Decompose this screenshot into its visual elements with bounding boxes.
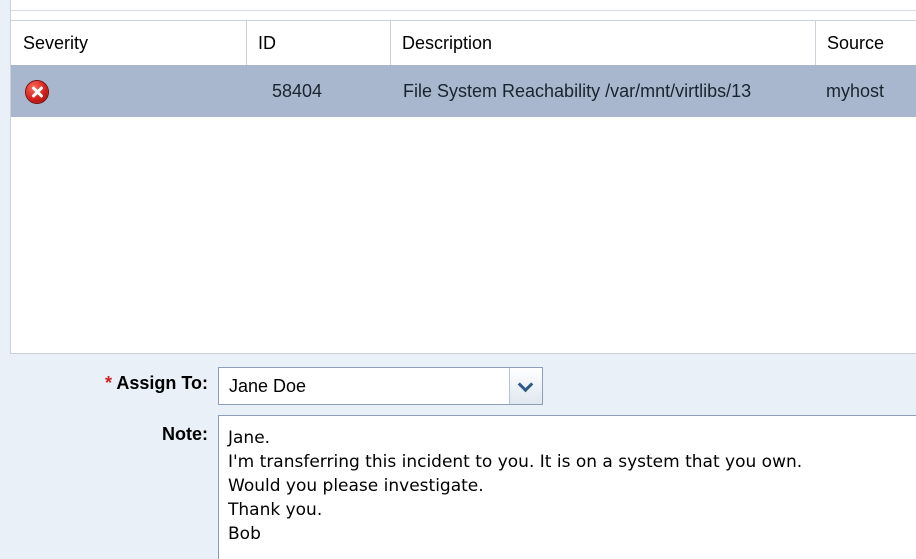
column-header-id[interactable]: ID — [246, 21, 390, 65]
column-header-source[interactable]: Source — [815, 21, 916, 65]
assign-to-label-text: Assign To: — [116, 373, 208, 393]
chevron-down-icon — [517, 376, 534, 393]
note-label: Note: — [162, 424, 208, 444]
note-textarea[interactable]: Jane. I'm transferring this incident to … — [218, 415, 916, 559]
assign-to-select[interactable]: Jane Doe — [218, 367, 543, 405]
assign-to-label: * Assign To: — [60, 373, 208, 394]
dropdown-button[interactable] — [509, 368, 542, 404]
assign-to-value: Jane Doe — [229, 376, 307, 396]
incident-id: 58404 — [272, 81, 323, 101]
column-header-description[interactable]: Description — [390, 21, 815, 65]
incident-description: File System Reachability /var/mnt/virtli… — [403, 81, 752, 101]
incident-source: myhost — [826, 81, 885, 101]
incidents-table: Severity ID Description Source 58404 Fil… — [10, 0, 916, 354]
column-header-severity[interactable]: Severity — [11, 21, 246, 65]
table-row[interactable]: 58404 File System Reachability /var/mnt/… — [11, 65, 916, 117]
table-top-strip — [11, 0, 916, 11]
error-icon — [26, 81, 48, 103]
required-marker: * — [104, 373, 112, 393]
table-header: Severity ID Description Source — [11, 20, 916, 66]
